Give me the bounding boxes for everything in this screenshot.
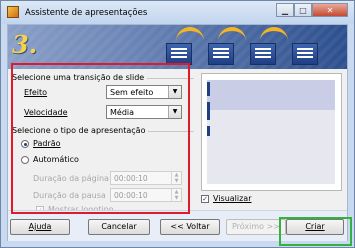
chevron-down-icon[interactable]: ▼ xyxy=(168,106,181,118)
speed-label: Velocidade xyxy=(24,108,68,117)
page-duration-label: Duração da página xyxy=(33,174,109,183)
slide-document-icon xyxy=(250,43,276,65)
step-number: 3. xyxy=(12,30,38,59)
slide-document-icon xyxy=(292,43,318,65)
page-duration-value: 00:00:10 xyxy=(114,174,148,183)
pause-duration-label: Duração da pausa xyxy=(33,191,106,200)
maximize-icon: □ xyxy=(299,5,307,15)
window-title: Assistente de apresentações xyxy=(25,8,148,18)
preview-accent-bar xyxy=(207,82,210,96)
chevron-down-icon[interactable]: ▼ xyxy=(168,86,181,98)
preview-label[interactable]: Visualizar xyxy=(213,194,252,203)
preview-slide-band xyxy=(207,80,335,110)
create-button[interactable]: Criar xyxy=(286,219,344,235)
button-bar: Ajuda Cancelar << Voltar Próximo >> Cria… xyxy=(8,210,347,241)
wizard-client-area: 3. Selecione uma transição de slide Efei… xyxy=(7,24,348,241)
speed-dropdown[interactable]: Média ▼ xyxy=(106,105,182,119)
back-button[interactable]: << Voltar xyxy=(160,219,220,235)
title-bar[interactable]: Assistente de apresentações ▁ □ ✕ xyxy=(1,1,354,24)
maximize-button[interactable]: □ xyxy=(294,3,312,17)
spin-arrows-icon[interactable]: ▲ ▼ xyxy=(171,172,181,184)
radio-automatic-label[interactable]: Automático xyxy=(33,155,79,164)
wizard-window: Assistente de apresentações ▁ □ ✕ 3. Sel… xyxy=(0,0,355,248)
speed-value: Média xyxy=(110,108,135,117)
effect-value: Sem efeito xyxy=(110,88,154,97)
pause-duration-stepper[interactable]: 00:00:10 ▲ ▼ xyxy=(110,188,182,202)
slide-document-icon xyxy=(208,43,234,65)
slide-document-icon xyxy=(166,43,192,65)
effect-label: Efeito xyxy=(24,88,48,97)
preview-accent-bar xyxy=(207,102,210,120)
minimize-icon: ▁ xyxy=(281,5,289,15)
presentation-group-title: Selecione o tipo de apresentação xyxy=(12,126,149,135)
wizard-banner: 3. xyxy=(8,25,347,69)
preview-accent-bar xyxy=(207,126,210,136)
pause-duration-value: 00:00:10 xyxy=(114,191,148,200)
radio-automatic[interactable] xyxy=(21,156,29,164)
radio-default-label[interactable]: Padrão xyxy=(33,139,61,148)
close-icon: ✕ xyxy=(326,5,334,15)
preview-slide xyxy=(207,80,335,184)
radio-default[interactable] xyxy=(21,140,29,148)
window-controls: ▁ □ ✕ xyxy=(276,3,348,18)
slide-preview xyxy=(201,73,342,191)
minimize-button[interactable]: ▁ xyxy=(276,3,294,17)
help-button[interactable]: Ajuda xyxy=(10,219,70,235)
page-duration-stepper[interactable]: 00:00:10 ▲ ▼ xyxy=(110,171,182,185)
close-button[interactable]: ✕ xyxy=(312,3,348,17)
cancel-button[interactable]: Cancelar xyxy=(88,219,150,235)
transition-group-title: Selecione uma transição de slide xyxy=(12,73,148,82)
next-button[interactable]: Próximo >> xyxy=(226,219,286,235)
effect-dropdown[interactable]: Sem efeito ▼ xyxy=(106,85,182,99)
app-icon xyxy=(7,6,19,18)
spin-arrows-icon[interactable]: ▲ ▼ xyxy=(171,189,181,201)
preview-checkbox[interactable]: ✓ xyxy=(201,195,209,203)
